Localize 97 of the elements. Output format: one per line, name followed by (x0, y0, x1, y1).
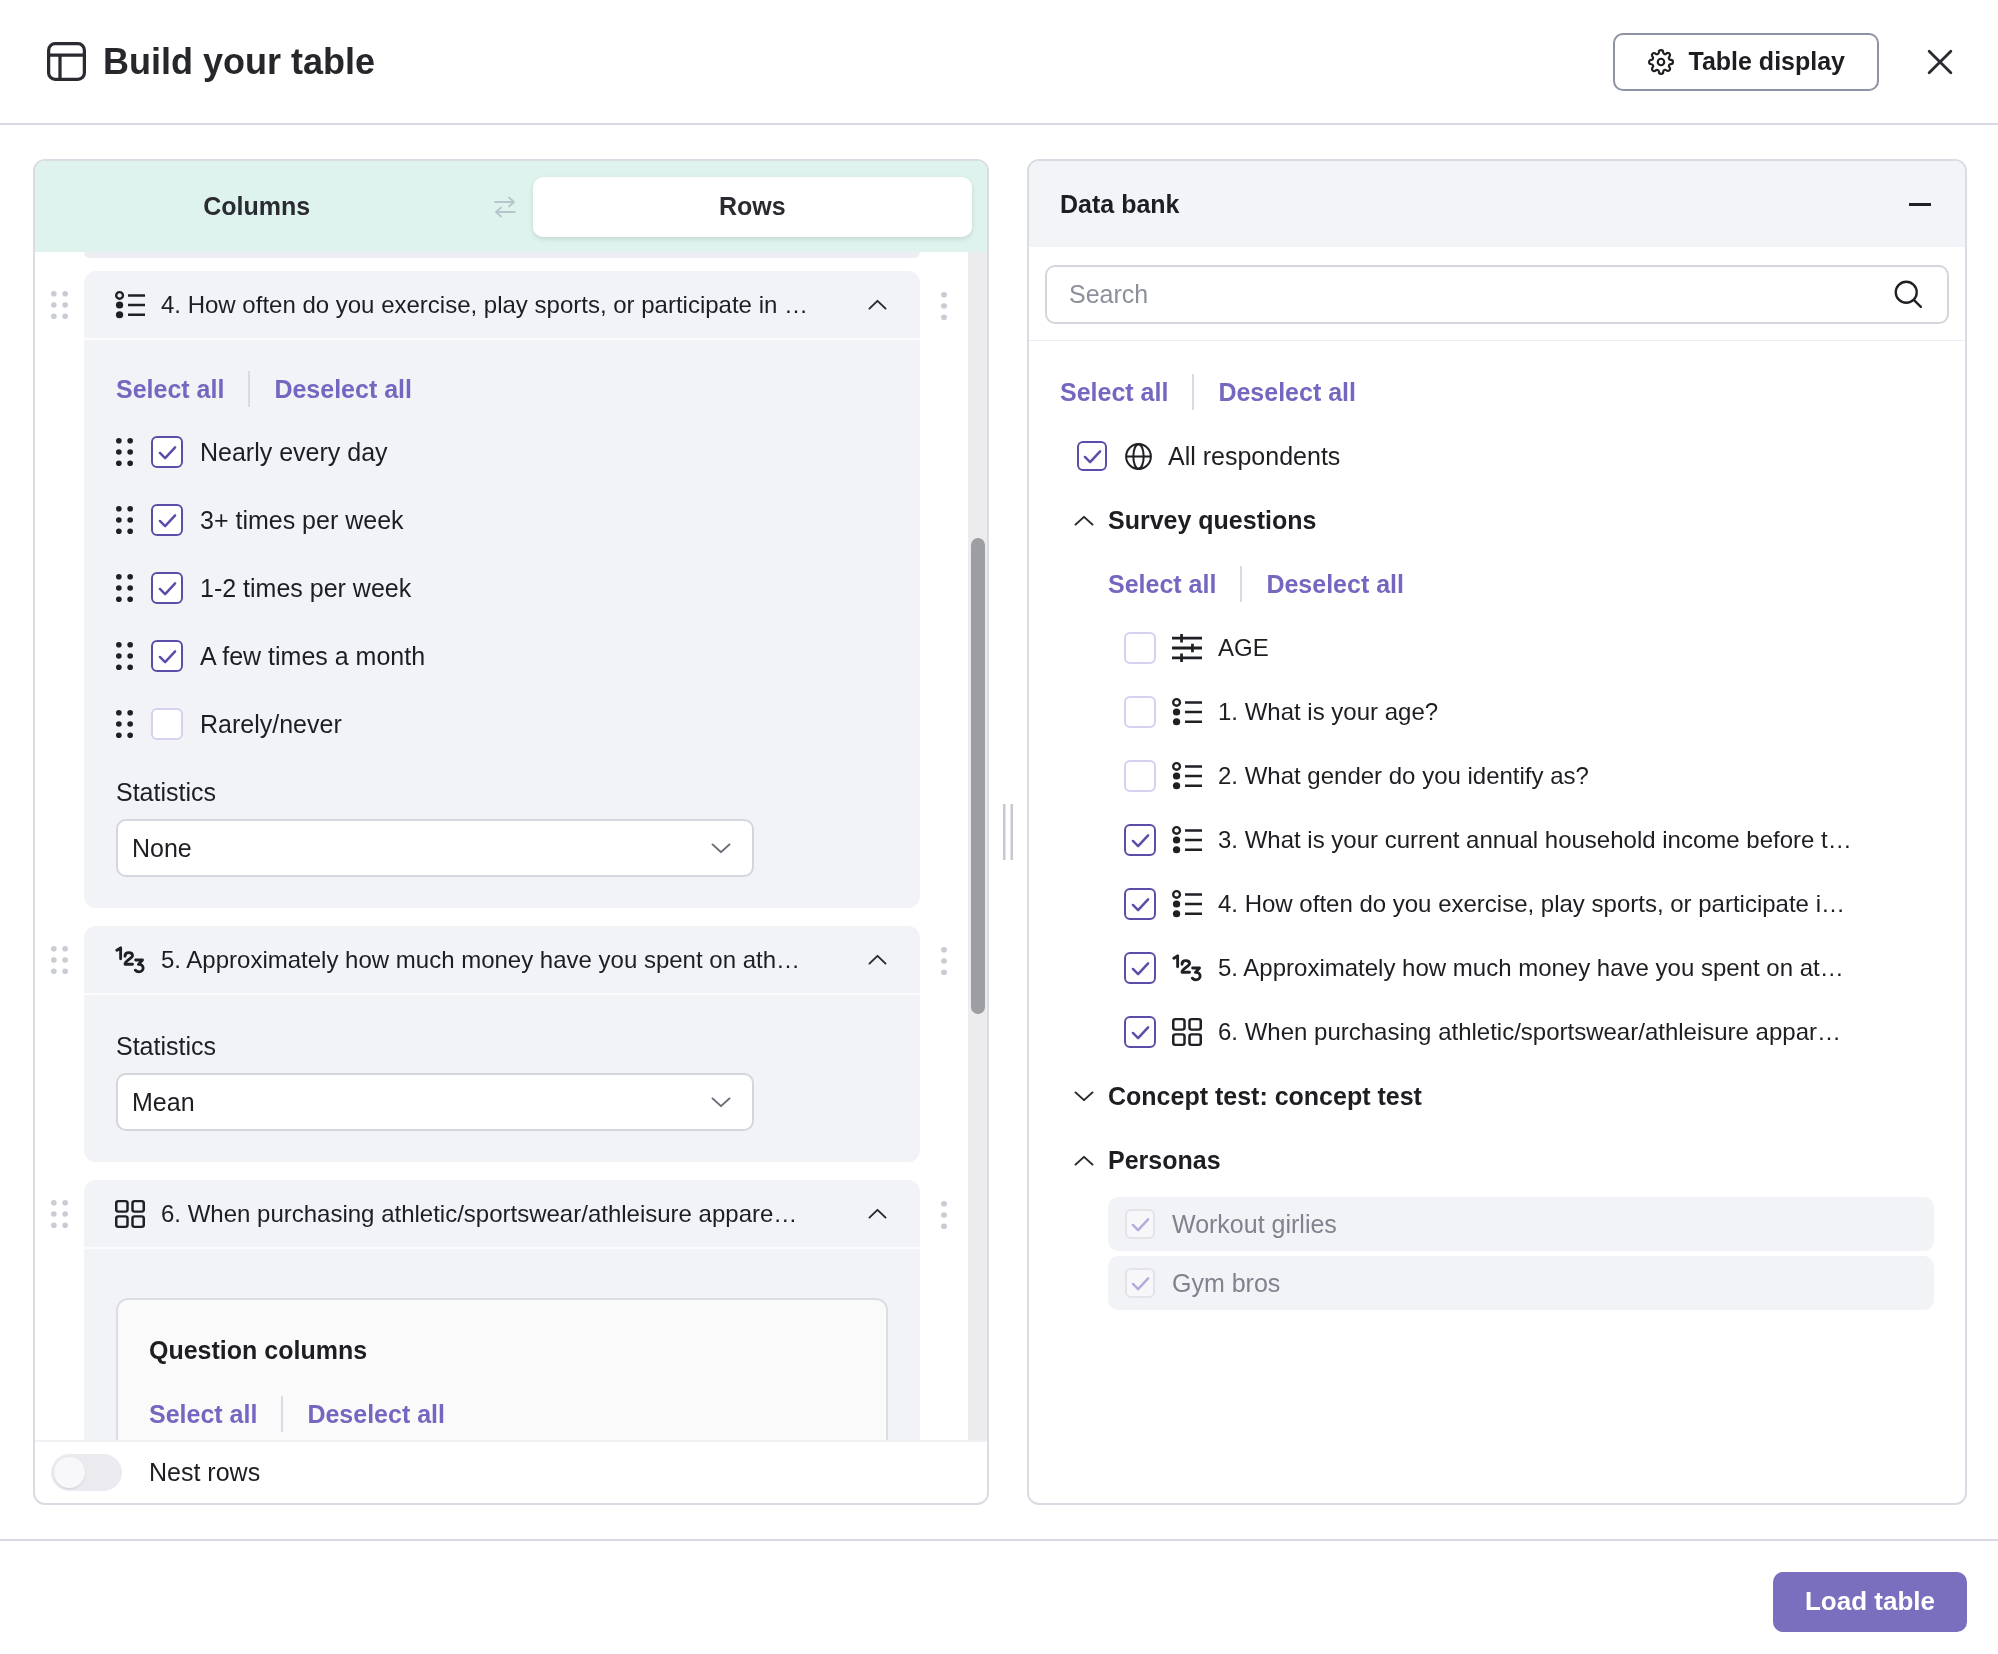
chevron-up-icon[interactable] (868, 299, 887, 310)
globe-icon (1125, 442, 1152, 470)
deselect-all-link[interactable]: Deselect all (1266, 569, 1404, 599)
check-icon (1130, 1216, 1150, 1232)
toggle-label: Nest rows (149, 1458, 261, 1487)
question-label: 5. Approximately how much money have you spent on at… (1218, 954, 1844, 982)
question-title: 4. How often do you exercise, play sports, or participate in … (161, 290, 808, 319)
table-icon (47, 42, 86, 81)
drag-handle-icon[interactable] (51, 291, 68, 319)
checkbox[interactable] (151, 572, 183, 604)
question-columns-title: Question columns (149, 1335, 368, 1366)
question-label: 6. When purchasing athletic/sportswear/athleisure appar… (1218, 1018, 1841, 1046)
drag-handle-icon[interactable] (116, 574, 133, 602)
load-table-button[interactable]: Load table (1773, 1571, 1967, 1632)
option-label: Nearly every day (200, 437, 388, 467)
persona-label: Workout girlies (1172, 1209, 1337, 1239)
check-icon (1130, 896, 1150, 912)
respondents-label: All respondents (1168, 441, 1341, 471)
check-icon (1130, 832, 1150, 848)
settings-icon (1648, 48, 1675, 75)
close-icon[interactable] (1927, 48, 1953, 75)
chevron-up-icon[interactable] (1074, 1154, 1094, 1166)
search-icon[interactable] (1894, 280, 1922, 308)
chevron-down-icon (711, 842, 731, 854)
persona-label: Gym bros (1172, 1268, 1281, 1298)
deselect-all-link[interactable]: Deselect all (307, 1399, 445, 1429)
chevron-up-icon[interactable] (1074, 514, 1094, 526)
select-all-link[interactable]: Select all (149, 1399, 258, 1429)
chevron-down-icon (711, 1096, 731, 1108)
checkbox[interactable] (151, 436, 183, 468)
list-icon (1172, 890, 1202, 918)
list-icon (1172, 826, 1202, 854)
deselect-all-link[interactable]: Deselect all (1218, 377, 1356, 407)
tab[interactable]: Columns (37, 176, 477, 237)
checkbox[interactable] (151, 640, 183, 672)
check-icon (1082, 448, 1102, 464)
check-icon (157, 512, 177, 528)
statistics-label: Statistics (116, 1031, 217, 1062)
dialog-title: Build your table (103, 40, 376, 83)
question-label: AGE (1218, 634, 1269, 662)
list-icon (1172, 762, 1202, 790)
list-icon (115, 290, 145, 319)
option-label: 1-2 times per week (200, 573, 412, 603)
deselect-all-link[interactable]: Deselect all (274, 374, 412, 404)
drag-handle-icon[interactable] (51, 946, 68, 974)
search-field[interactable]: Search (1045, 265, 1949, 324)
checkbox[interactable] (1077, 441, 1107, 471)
chevron-down-icon[interactable] (1074, 1090, 1094, 1102)
numbers-icon (115, 945, 145, 974)
option-label: Rarely/never (200, 709, 342, 739)
sliders-icon (1172, 634, 1202, 662)
drag-handle-icon[interactable] (116, 710, 133, 738)
list-icon (1172, 698, 1202, 726)
select-all-link[interactable]: Select all (116, 374, 225, 404)
check-icon (1130, 1275, 1150, 1291)
drag-handle-icon[interactable] (116, 506, 133, 534)
chevron-up-icon[interactable] (868, 954, 887, 965)
select-all-link[interactable]: Select all (1060, 377, 1169, 407)
chevron-up-icon[interactable] (868, 1208, 887, 1219)
question-label: 2. What gender do you identify as? (1218, 762, 1589, 790)
numbers-icon (1172, 954, 1202, 982)
question-label: 4. How often do you exercise, play sports, or participate i… (1218, 890, 1845, 918)
question-label: 1. What is your age? (1218, 698, 1439, 726)
section-title[interactable]: Survey questions (1108, 505, 1317, 535)
check-icon (1130, 1024, 1150, 1040)
statistics-label: Statistics (116, 777, 217, 808)
option-label: 3+ times per week (200, 505, 404, 535)
checkbox[interactable] (1124, 888, 1156, 920)
checkbox[interactable] (1124, 824, 1156, 856)
check-icon (157, 580, 177, 596)
drag-handle-icon[interactable] (51, 1200, 68, 1228)
section-title[interactable]: Concept test: concept test (1108, 1081, 1422, 1111)
question-title: 5. Approximately how much money have you spent on ath… (161, 945, 801, 974)
check-icon (1130, 960, 1150, 976)
check-icon (157, 648, 177, 664)
grid-icon (115, 1199, 145, 1228)
section-title[interactable]: Personas (1108, 1145, 1221, 1175)
checkbox[interactable] (151, 504, 183, 536)
check-icon (157, 444, 177, 460)
question-label: 3. What is your current annual household income before t… (1218, 826, 1852, 854)
checkbox[interactable] (1124, 1016, 1156, 1048)
select-all-link[interactable]: Select all (1108, 569, 1217, 599)
resize-handle[interactable] (1003, 804, 1013, 860)
panel-title: Data bank (1060, 189, 1180, 219)
drag-handle-icon[interactable] (116, 642, 133, 670)
statistics-dropdown[interactable]: None (116, 819, 754, 877)
question-title: 6. When purchasing athletic/sportswear/athleisure appare… (161, 1199, 798, 1228)
toggle-switch[interactable] (51, 1454, 122, 1491)
grid-icon (1172, 1018, 1202, 1046)
checkbox[interactable] (1124, 952, 1156, 984)
minus-icon[interactable] (1909, 202, 1931, 206)
drag-handle-icon[interactable] (116, 438, 133, 466)
option-label: A few times a month (200, 641, 426, 671)
table-display-button[interactable]: Table display (1613, 32, 1879, 91)
tab[interactable]: Rows (532, 176, 972, 237)
scrollbar-thumb[interactable] (970, 538, 985, 1014)
statistics-dropdown[interactable]: Mean (116, 1073, 754, 1131)
